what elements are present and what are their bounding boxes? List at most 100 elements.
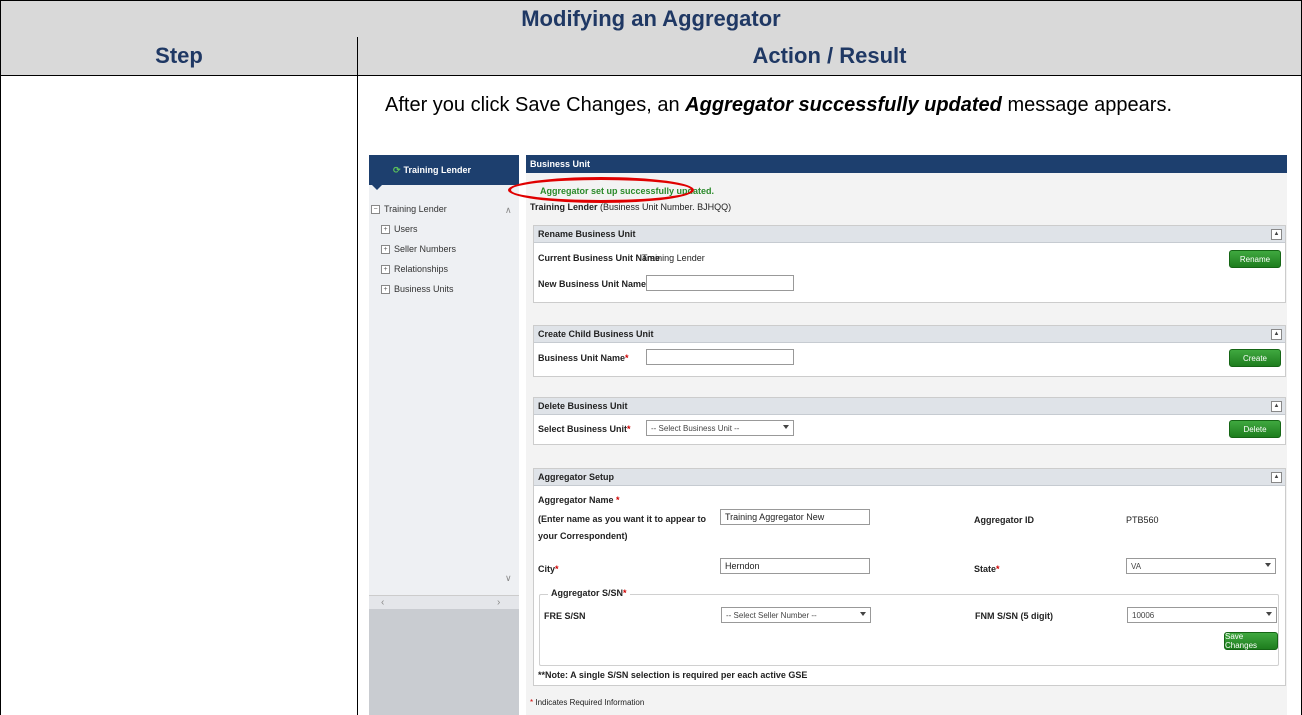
rename-section: Rename Business Unit ▲ Current Business U… — [533, 225, 1286, 303]
section-header: Create Child Business Unit ▲ — [534, 326, 1285, 343]
refresh-icon: ⟳ — [393, 164, 401, 175]
aggregator-id-label: Aggregator ID — [974, 515, 1035, 525]
expand-node-icon[interactable]: + — [381, 284, 390, 294]
tree-item-business-units[interactable]: + Business Units — [371, 279, 456, 299]
collapse-icon[interactable]: ▲ — [1271, 329, 1282, 340]
save-changes-button[interactable]: Save Changes — [1224, 632, 1278, 650]
scroll-left-icon[interactable]: ‹ — [381, 597, 384, 608]
chevron-down-icon — [860, 612, 866, 616]
panel-filler — [369, 609, 519, 715]
city-input[interactable]: Herndon — [720, 558, 870, 574]
scroll-up-icon[interactable]: ∧ — [505, 205, 512, 216]
new-name-input[interactable] — [646, 275, 794, 291]
fre-label: FRE S/SN — [544, 611, 586, 621]
section-title: Rename Business Unit — [538, 229, 636, 239]
state-dropdown[interactable]: VA — [1126, 558, 1276, 574]
tree-item-label: Training Lender — [384, 204, 447, 214]
section-header: Aggregator Setup ▲ — [534, 469, 1285, 486]
expand-node-icon[interactable]: + — [381, 244, 390, 254]
city-label: City* — [538, 564, 559, 574]
panel-title: Business Unit — [526, 155, 1287, 173]
header-row: Step Action / Result — [0, 37, 1302, 76]
lender-header-label: Training Lender — [403, 165, 472, 175]
tree-item-label: Users — [394, 224, 418, 234]
fnm-value: 10006 — [1132, 610, 1155, 620]
step-column-header: Step — [1, 37, 358, 75]
aggregator-id-value: PTB560 — [1126, 515, 1159, 525]
tree-item-label: Seller Numbers — [394, 244, 457, 254]
scroll-right-icon[interactable]: › — [497, 597, 500, 608]
select-bu-label-text: Select Business Unit — [538, 424, 628, 434]
section-header: Rename Business Unit ▲ — [534, 226, 1285, 243]
action-column-header: Action / Result — [752, 43, 907, 68]
expand-node-icon[interactable]: + — [381, 224, 390, 234]
app-screenshot: ⟳ Training Lender − Training Lender + User… — [369, 155, 1287, 715]
chevron-down-icon — [1265, 563, 1271, 567]
business-unit-panel: Business Unit Aggregator set up successf… — [508, 155, 1287, 715]
business-unit-name: Training Lender — [530, 202, 598, 212]
highlight-oval — [508, 177, 694, 203]
state-value: VA — [1131, 561, 1142, 571]
business-unit-info: Training Lender (Business Unit Number. B… — [530, 202, 731, 212]
state-label-text: State — [974, 564, 997, 574]
gse-note: **Note: A single S/SN selection is requi… — [538, 670, 808, 680]
section-title: Aggregator Setup — [538, 472, 615, 482]
required-info-note: * Indicates Required Information — [530, 698, 645, 707]
caret-down-icon — [372, 185, 382, 190]
current-name-value: Training Lender — [642, 253, 705, 263]
bu-name-input[interactable] — [646, 349, 794, 365]
instruction-emphasis: Aggregator successfully updated — [685, 94, 1002, 116]
aggregator-ssn-fieldset: Aggregator S/SN* FRE S/SN -- Select Sell… — [539, 588, 1279, 666]
select-bu-value: -- Select Business Unit -- — [651, 423, 740, 433]
section-header: Delete Business Unit ▲ — [534, 398, 1285, 415]
chevron-down-icon — [783, 425, 789, 429]
fre-value: -- Select Seller Number -- — [726, 610, 817, 620]
navigation-panel: ⟳ Training Lender − Training Lender + User… — [369, 155, 519, 715]
tree-item-seller-numbers[interactable]: + Seller Numbers — [371, 239, 456, 259]
section-title: Delete Business Unit — [538, 401, 628, 411]
horizontal-scrollbar[interactable]: ‹ › — [369, 595, 519, 610]
fre-dropdown[interactable]: -- Select Seller Number -- — [721, 607, 871, 623]
create-button[interactable]: Create — [1229, 349, 1281, 367]
business-unit-tree: − Training Lender + Users + Seller Numbers … — [371, 199, 456, 299]
business-unit-number: (Business Unit Number. BJHQQ) — [600, 202, 732, 212]
select-bu-label: Select Business Unit* — [538, 424, 631, 434]
instruction-before: After you click Save Changes, an — [385, 94, 686, 116]
fnm-dropdown[interactable]: 10006 — [1127, 607, 1277, 623]
select-bu-dropdown[interactable]: -- Select Business Unit -- — [646, 420, 794, 436]
collapse-icon[interactable]: ▲ — [1271, 401, 1282, 412]
rename-button[interactable]: Rename — [1229, 250, 1281, 268]
delete-section: Delete Business Unit ▲ Select Business Un… — [533, 397, 1286, 445]
delete-button[interactable]: Delete — [1229, 420, 1281, 438]
expand-node-icon[interactable]: + — [381, 264, 390, 274]
new-name-label: New Business Unit Name* — [538, 279, 650, 289]
instruction-after: message appears. — [1001, 94, 1173, 116]
fnm-label: FNM S/SN (5 digit) — [975, 611, 1053, 621]
tree-item-relationships[interactable]: + Relationships — [371, 259, 456, 279]
bu-name-label-text: Business Unit Name — [538, 353, 626, 363]
collapse-icon[interactable]: ▲ — [1271, 229, 1282, 240]
step-cell — [1, 75, 358, 715]
create-section: Create Child Business Unit ▲ Business Uni… — [533, 325, 1286, 377]
tree-item-users[interactable]: + Users — [371, 219, 456, 239]
collapse-node-icon[interactable]: − — [371, 204, 380, 214]
aggregator-name-label: Aggregator Name * — [538, 495, 620, 505]
aggregator-setup-section: Aggregator Setup ▲ Aggregator Name * (Ent… — [533, 468, 1286, 686]
aggregator-name-label-text: Aggregator Name — [538, 495, 614, 505]
city-label-text: City — [538, 564, 556, 574]
fieldset-legend: Aggregator S/SN* — [548, 588, 630, 598]
section-title: Create Child Business Unit — [538, 329, 654, 339]
tree-item-root[interactable]: − Training Lender — [371, 199, 456, 219]
lender-header[interactable]: ⟳ Training Lender — [369, 155, 519, 185]
scroll-down-icon[interactable]: ∨ — [505, 573, 512, 584]
required-info-text: Indicates Required Information — [535, 698, 645, 707]
instruction-text: After you click Save Changes, an Aggrega… — [385, 93, 1265, 118]
chevron-down-icon — [1266, 612, 1272, 616]
tree-item-label: Relationships — [394, 264, 449, 274]
state-label: State* — [974, 564, 1000, 574]
collapse-icon[interactable]: ▲ — [1271, 472, 1282, 483]
bu-name-label: Business Unit Name* — [538, 353, 629, 363]
table-title: Modifying an Aggregator — [0, 0, 1302, 38]
legend-text: Aggregator S/SN — [551, 588, 624, 598]
aggregator-name-input[interactable]: Training Aggregator New — [720, 509, 870, 525]
